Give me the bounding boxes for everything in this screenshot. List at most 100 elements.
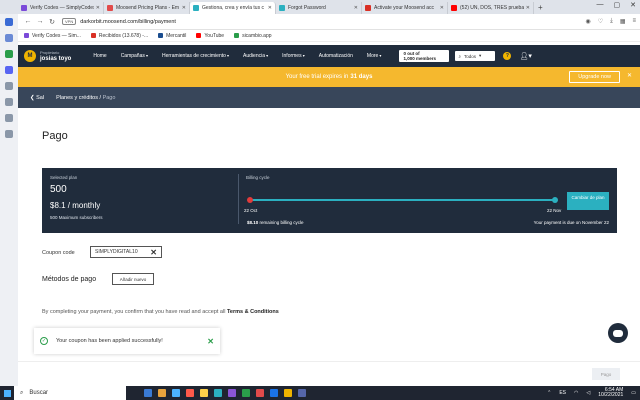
bookmark-item[interactable]: Recibidos (13.678) -... — [90, 33, 148, 39]
sidebar-clock-icon[interactable] — [5, 98, 13, 106]
sidebar-home-icon[interactable] — [5, 18, 13, 26]
taskbar-app-icon[interactable] — [256, 389, 264, 397]
notifications-icon[interactable]: ▭ — [631, 390, 636, 396]
tab-title: Verify Codes — SimplyCodes — [30, 5, 94, 11]
menu-item[interactable]: Automatización — [319, 53, 353, 59]
back-arrow-icon[interactable]: ← — [22, 18, 34, 25]
bookmark-label: sicambio.app — [242, 32, 272, 39]
taskbar-app-icon[interactable] — [242, 389, 250, 397]
close-tab-icon[interactable]: ✕ — [182, 5, 186, 11]
chat-bubble-icon — [613, 329, 623, 337]
checkmark-icon: ✓ — [40, 337, 48, 345]
taskbar-app-icon[interactable] — [200, 389, 208, 397]
browser-tab[interactable]: Verify Codes — SimplyCodes ✕ — [18, 2, 104, 14]
close-window-icon[interactable]: ✕ — [630, 1, 636, 9]
menu-item[interactable]: Herramientas de crecimiento — [162, 53, 229, 59]
taskbar-app-icon[interactable] — [270, 389, 278, 397]
subscriber-usage[interactable]: 0 out of 1,000 members — [399, 50, 450, 62]
menu-item[interactable]: Home — [93, 53, 106, 59]
clock[interactable]: 6:54 AM 10/22/2021 — [598, 388, 623, 398]
terms-text: By completing your payment, you confirm … — [42, 309, 279, 315]
remove-coupon-icon[interactable]: ✕ — [150, 248, 157, 257]
chat-widget-button[interactable] — [608, 323, 628, 343]
close-tab-icon[interactable]: ✕ — [96, 5, 100, 11]
browser-tab[interactable]: (52) UN, DOS, TRES pruebas ✕ — [448, 2, 534, 14]
address-bar: ← → ↻ VPN darkorbit.moosend.com/billing/… — [18, 14, 640, 30]
plan-price: $8.1 / monthly — [50, 201, 101, 210]
address-bar-tools: ◉ ♡ ⤓ ▦ ≡ — [586, 18, 636, 25]
change-plan-button[interactable]: Cambiar de plan — [567, 192, 609, 210]
download-icon[interactable]: ⤓ — [610, 18, 613, 25]
tab-title: Activate your Moosend acc — [374, 5, 435, 11]
remaining-amount: $8.10 — [247, 220, 259, 225]
browser-tab[interactable]: Moosend Pricing Plans - Em ✕ — [104, 2, 190, 14]
terms-link[interactable]: Terms & Conditions — [227, 309, 279, 315]
forward-arrow-icon[interactable]: → — [34, 18, 46, 25]
maximize-icon[interactable]: ▢ — [614, 1, 621, 9]
language-indicator[interactable]: ES — [559, 390, 566, 396]
close-tab-icon[interactable]: ✕ — [440, 5, 444, 11]
menu-item[interactable]: Audiencia — [243, 53, 268, 59]
wifi-icon[interactable]: ◠ — [574, 390, 578, 396]
browser-tab[interactable]: Activate your Moosend acc ✕ — [362, 2, 448, 14]
extensions-icon[interactable]: ▦ — [620, 18, 626, 25]
sidebar-whatsapp-icon[interactable] — [5, 50, 13, 58]
taskbar-search[interactable]: ⌕ Buscar — [14, 386, 126, 400]
bookmark-item[interactable]: YouTube — [196, 33, 224, 39]
bookmark-item[interactable]: Mercantil — [158, 33, 186, 39]
sidebar-settings-icon[interactable] — [5, 130, 13, 138]
taskbar-app-icon[interactable] — [158, 389, 166, 397]
camera-icon[interactable]: ◉ — [586, 18, 591, 25]
bookmark-item[interactable]: Verify Codes — Sim... — [24, 33, 81, 39]
taskbar-app-icon[interactable] — [144, 389, 152, 397]
heart-icon[interactable]: ♡ — [598, 18, 603, 25]
sidebar-discord-icon[interactable] — [5, 66, 13, 74]
tab-title: (52) UN, DOS, TRES pruebas — [460, 5, 524, 11]
close-banner-icon[interactable]: ✕ — [627, 72, 632, 79]
main-content: Pago Selected plan 500 $8.1 / monthly 50… — [18, 108, 640, 386]
taskbar-app-icon[interactable] — [186, 389, 194, 397]
url-input[interactable]: darkorbit.moosend.com/billing/payment — [80, 19, 585, 25]
close-toast-icon[interactable]: ✕ — [207, 337, 214, 346]
system-tray: ⌃ ES ◠ ◁ 6:54 AM 10/22/2021 ▭ — [547, 386, 636, 400]
sidebar-history-icon[interactable] — [5, 82, 13, 90]
account-switcher[interactable]: Propietario josias toyo — [40, 49, 71, 63]
minimize-icon[interactable]: — — [597, 1, 604, 9]
help-icon[interactable]: ? — [503, 52, 512, 60]
pay-button[interactable]: Pago — [592, 368, 620, 380]
taskbar-app-icon[interactable] — [284, 389, 292, 397]
search-scope-select[interactable]: ⌕ Todos ▾ — [455, 51, 496, 61]
new-tab-button[interactable]: + — [538, 3, 543, 12]
sidebar-messenger-icon[interactable] — [5, 34, 13, 42]
sidebar-box-icon[interactable] — [5, 114, 13, 122]
close-tab-icon[interactable]: ✕ — [526, 5, 530, 11]
user-menu-icon[interactable]: 👤︎▾ — [519, 52, 531, 60]
browser-tab[interactable]: Gestiona, crea y envía tus c ✕ — [190, 2, 276, 14]
close-tab-icon[interactable]: ✕ — [268, 5, 272, 11]
chevron-down-icon: ▾ — [478, 53, 482, 58]
tray-arrow-icon[interactable]: ⌃ — [547, 390, 551, 396]
taskbar-app-icon[interactable] — [298, 389, 306, 397]
close-tab-icon[interactable]: ✕ — [354, 5, 358, 11]
start-button[interactable] — [0, 386, 14, 400]
coupon-label: Coupon code — [42, 250, 75, 256]
add-payment-method-button[interactable]: Añadir nuevo — [112, 273, 154, 285]
tab-title: Moosend Pricing Plans - Em — [116, 5, 180, 11]
coupon-input[interactable]: SIMPLYDIGITAL10 ✕ — [90, 246, 162, 258]
menu-item[interactable]: More — [367, 53, 382, 59]
bookmark-item[interactable]: sicambio.app — [234, 32, 272, 39]
menu-item[interactable]: Informes — [282, 53, 305, 59]
taskbar-app-icon[interactable] — [228, 389, 236, 397]
volume-icon[interactable]: ◁ — [586, 390, 590, 396]
browser-tab[interactable]: Forgot Password ✕ — [276, 2, 362, 14]
upgrade-button[interactable]: Upgrade now — [569, 71, 620, 83]
menu-item[interactable]: Campañas — [121, 53, 148, 59]
search-icon: ⌕ — [458, 53, 461, 59]
menu-icon[interactable]: ≡ — [632, 18, 636, 25]
reload-icon[interactable]: ↻ — [46, 18, 58, 26]
taskbar-app-icon[interactable] — [172, 389, 180, 397]
breadcrumb-parent[interactable]: Planes y créditos — [56, 95, 98, 101]
back-link[interactable]: ❮ Sal — [30, 95, 44, 101]
vpn-badge[interactable]: VPN — [62, 18, 77, 25]
taskbar-app-icon[interactable] — [214, 389, 222, 397]
